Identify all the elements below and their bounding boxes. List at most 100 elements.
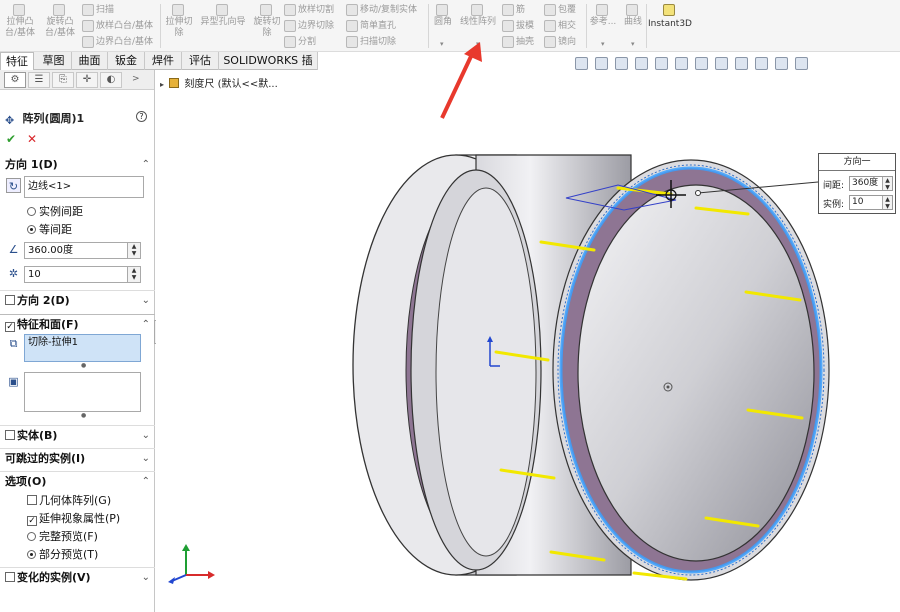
equal-spacing-radio[interactable]: 等间距 [27,221,72,237]
pattern-axis-field[interactable]: 边线<1> [24,176,144,198]
features-list-item[interactable]: 切除-拉伸1 [28,337,78,348]
sweep-button[interactable]: 扫描 [82,2,153,18]
features-list[interactable]: 切除-拉伸1 [24,334,141,362]
full-preview-radio[interactable]: 完整预览(F) [27,528,98,544]
display-style-icon[interactable] [695,56,708,70]
model-view[interactable] [156,70,900,612]
resize-handle-icon[interactable]: ● [81,362,86,369]
simple-hole-button[interactable]: 简单直孔 [346,18,417,34]
loft-button[interactable]: 放样凸台/基体 [82,18,153,34]
angle-icon: ∠ [8,243,19,256]
mirror-button[interactable]: 镜向 [544,34,576,50]
graphics-area[interactable]: ▸ 刻度尺 (默认<<默... [156,70,900,612]
dynamic-annotation-icon[interactable] [655,56,668,70]
feature-manager-tab-icon[interactable]: ⚙ [4,72,26,88]
skip-instances-header[interactable]: 可跳过的实例(I) ⌄ [0,448,155,469]
fillet-button[interactable]: 圆角 [430,4,456,28]
feature-tree-flyout[interactable]: ▸ 刻度尺 (默认<<默... [160,75,278,90]
configuration-manager-tab-icon[interactable]: ⎘ [52,72,74,88]
zoom-to-fit-icon[interactable] [575,56,588,70]
split-button[interactable]: 分割 [284,34,334,50]
resize-handle-icon[interactable]: ● [81,412,86,419]
varied-instances-checkbox[interactable] [5,572,15,582]
options-header[interactable]: 选项(O) ⌃ [0,471,155,492]
view-orientation-icon[interactable] [675,56,688,70]
previous-view-icon[interactable] [615,56,628,70]
revolve-cut-button[interactable]: 旋转切除 [252,4,282,39]
angle-input[interactable]: 360.00度 ▲ ▼ [24,242,141,259]
tree-expand-icon[interactable]: ▸ [160,80,164,89]
apply-scene-icon[interactable] [755,56,768,70]
count-spinner[interactable]: ▲ ▼ [882,196,892,210]
tab-solidworks-addins[interactable]: SOLIDWORKS 插件 [219,52,318,85]
boundary-boss-button[interactable]: 边界凸台/基体 [82,34,153,50]
hole-wizard-button[interactable]: 异型孔向导 [198,4,248,28]
monitor-icon[interactable] [795,56,808,70]
extrude-boss-button[interactable]: 拉伸凸台/基体 [2,4,38,39]
reverse-direction-icon[interactable]: ↻ [6,178,21,193]
geometry-pattern-checkbox[interactable]: 几何体阵列(G) [27,492,111,508]
features-faces-header[interactable]: ✓ 特征和面(F) ⌃ [0,314,155,335]
view-settings-icon[interactable] [775,56,788,70]
dimxpert-tab-icon[interactable]: ✛ [76,72,98,88]
direction1-header[interactable]: 方向 1(D) ⌃ [0,155,155,176]
cancel-button[interactable]: ✕ [27,132,37,146]
shell-button[interactable]: 抽壳 [502,34,534,50]
tab-sheet-metal[interactable]: 钣金 [108,52,145,70]
display-manager-tab-icon[interactable]: ◐ [100,72,122,88]
callout-spacing-input[interactable]: 360度 ▲ ▼ [849,176,893,191]
instance-count-input[interactable]: 10 ▲ ▼ [24,266,141,283]
hide-show-icon[interactable] [715,56,728,70]
reference-button[interactable]: 参考... [588,4,618,28]
ok-button[interactable]: ✔ [6,132,16,146]
feature-title: 阵列(圆周)1 [22,112,85,125]
faces-select-icon: ▣ [8,375,19,388]
manager-tabs: ⚙ ☰ ⎘ ✛ ◐ > [0,70,154,90]
curves-dropdown-icon[interactable]: ▾ [631,40,635,48]
bodies-header[interactable]: 实体(B) ⌄ [0,425,155,446]
boundary-cut-button[interactable]: 边界切除 [284,18,334,34]
instant3d-button[interactable]: Instant3D [648,4,692,30]
draft-button[interactable]: 拔模 [502,18,534,34]
panel-expand-icon[interactable]: > [132,74,140,84]
varied-instances-header[interactable]: 变化的实例(V) ⌄ [0,567,155,588]
move-copy-button[interactable]: 移动/复制实体 [346,2,417,18]
propagate-visual-checkbox[interactable]: ✓ 延伸视象属性(P) [27,510,120,526]
front-ring-face[interactable] [557,164,825,576]
loft-icon [82,19,94,32]
extrude-cut-button[interactable]: 拉伸切除 [164,4,194,39]
faces-list[interactable] [24,372,141,412]
revolve-boss-button[interactable]: 旋转凸台/基体 [42,4,78,39]
tab-features[interactable]: 特征 [0,52,34,70]
intersect-button[interactable]: 相交 [544,18,576,34]
spacing-spinner[interactable]: ▲ ▼ [882,177,892,191]
bodies-checkbox[interactable] [5,430,15,440]
curves-button[interactable]: 曲线 [620,4,646,28]
direction2-header[interactable]: 方向 2(D) ⌄ [0,290,155,311]
instance-spacing-radio[interactable]: 实例间距 [27,203,83,219]
partial-preview-radio[interactable]: 部分预览(T) [27,546,98,562]
reference-dropdown-icon[interactable]: ▾ [601,40,605,48]
tab-evaluate[interactable]: 评估 [182,52,219,70]
tab-weldments[interactable]: 焊件 [145,52,182,70]
rib-button[interactable]: 筋 [502,2,534,18]
loft-cut-button[interactable]: 放样切割 [284,2,334,18]
angle-spinner[interactable]: ▲ ▼ [127,243,140,258]
linear-pattern-button[interactable]: 线性阵列 [458,4,498,28]
direction2-checkbox[interactable] [5,295,15,305]
callout-count-input[interactable]: 10 ▲ ▼ [849,195,893,210]
count-spinner[interactable]: ▲ ▼ [127,267,140,282]
expand-icon: ⌄ [141,430,150,441]
help-icon[interactable]: ? [136,111,147,122]
section-view-icon[interactable] [635,56,648,70]
tab-sketch[interactable]: 草图 [36,52,72,70]
swept-cut-button[interactable]: 扫描切除 [346,34,417,50]
wrap-button[interactable]: 包覆 [544,2,576,18]
features-faces-checkbox[interactable]: ✓ [5,322,15,332]
property-manager-tab-icon[interactable]: ☰ [28,72,50,88]
instant3d-icon [663,4,675,16]
move-copy-icon [346,3,358,16]
edit-appearance-icon[interactable] [735,56,748,70]
tab-surfaces[interactable]: 曲面 [72,52,108,70]
zoom-area-icon[interactable] [595,56,608,70]
